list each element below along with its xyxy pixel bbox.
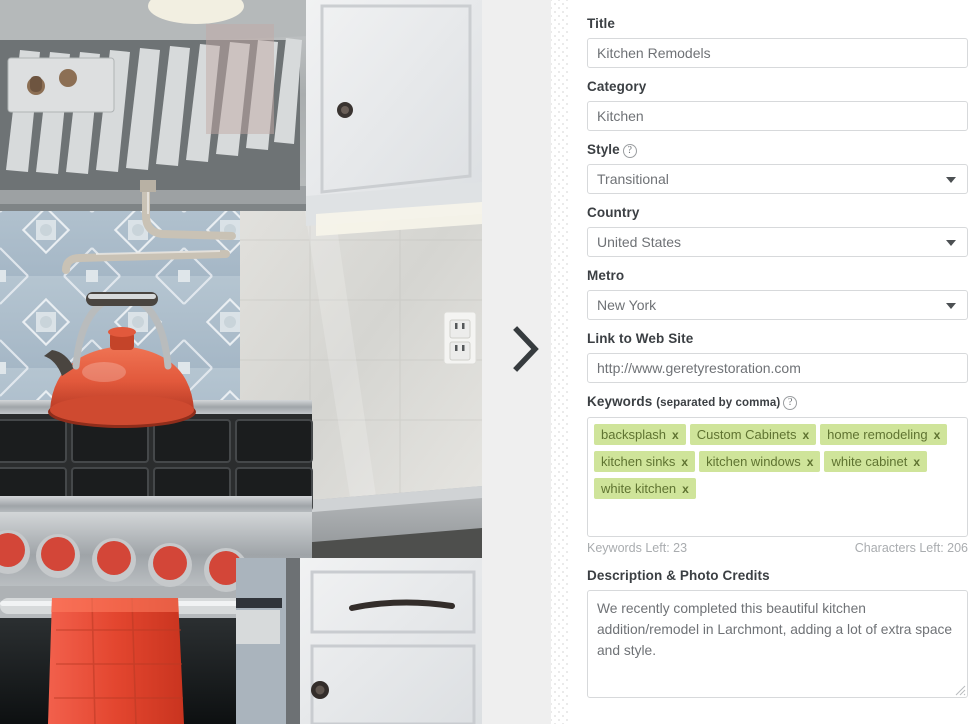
metro-label: Metro [587,268,625,283]
style-label: Style? [587,141,969,159]
country-label: Country [587,205,640,220]
keywords-label-text: Keywords [587,394,653,409]
project-photo-editor: Title Category Style? Country Metro [0,0,969,724]
keyword-tag: white kitchen x [594,478,696,499]
lower-cabinets [236,558,482,724]
keyword-tag-label: Custom Cabinets [696,427,797,442]
keywords-left-count: Keywords Left: 23 [587,541,688,555]
red-towel [48,597,184,724]
keyword-tag-label: home remodeling [827,427,928,442]
keyword-remove-icon[interactable]: x [913,455,920,469]
field-keywords: Keywords (separated by comma)? backsplas… [587,393,969,555]
field-category: Category [587,78,969,131]
website-input[interactable] [587,353,968,383]
photo-nav-gutter [482,0,569,724]
field-title: Title [587,15,969,68]
wall-outlet [443,311,477,365]
keyword-remove-icon[interactable]: x [807,455,814,469]
keyword-tag-label: backsplash [601,427,667,442]
characters-left-count: Characters Left: 206 [854,541,968,555]
next-photo-button[interactable] [512,326,540,372]
chevron-right-icon [513,326,539,372]
title-label: Title [587,16,616,31]
field-description: Description & Photo Credits [587,567,969,698]
keyword-tag-label: white cabinet [831,454,908,469]
keyword-remove-icon[interactable]: x [934,428,941,442]
field-metro: Metro [587,267,969,320]
keyword-remove-icon[interactable]: x [681,455,688,469]
category-input[interactable] [587,101,968,131]
country-select-wrapper [587,227,968,257]
hood-control-plate [7,57,115,113]
website-label: Link to Web Site [587,331,694,346]
upper-cabinet [306,0,482,236]
keyword-tag: Custom Cabinets x [689,424,817,445]
keywords-label: Keywords (separated by comma)? [587,393,969,412]
field-style: Style? [587,141,969,194]
title-input[interactable] [587,38,968,68]
style-label-text: Style [587,142,620,157]
keyword-remove-icon[interactable]: x [682,482,689,496]
keyword-tag: kitchen sinks x [594,451,696,472]
keyword-remove-icon[interactable]: x [672,428,679,442]
keywords-sub-label: (separated by comma) [656,397,781,409]
question-mark-icon[interactable]: ? [622,144,637,158]
category-label: Category [587,79,647,94]
style-select-wrapper [587,164,968,194]
keyword-tag-label: kitchen sinks [601,454,676,469]
style-select[interactable] [587,164,968,194]
keyword-tag: home remodeling x [820,424,948,445]
metro-select[interactable] [587,290,968,320]
field-country: Country [587,204,969,257]
project-photo[interactable] [0,0,482,724]
kitchen-photo-illustration [0,0,482,724]
keyword-remove-icon[interactable]: x [802,428,809,442]
keyword-tag-label: kitchen windows [706,454,801,469]
keyword-tag: backsplash x [594,424,686,445]
photo-details-form: Title Category Style? Country Metro [569,0,969,724]
keywords-counters: Keywords Left: 23 Characters Left: 206 [587,541,968,555]
country-select[interactable] [587,227,968,257]
field-website: Link to Web Site [587,330,969,383]
description-label: Description & Photo Credits [587,568,770,583]
description-textarea[interactable] [587,590,968,698]
keyword-tag: kitchen windows x [699,451,821,472]
keyword-tag-label: white kitchen [601,481,677,496]
keywords-tag-input[interactable]: backsplash x Custom Cabinets x home remodeli… [587,417,968,537]
question-mark-icon[interactable]: ? [783,396,798,410]
dotted-divider [551,0,569,724]
metro-select-wrapper [587,290,968,320]
description-wrapper [587,590,968,698]
keyword-tag: white cabinet x [824,451,928,472]
